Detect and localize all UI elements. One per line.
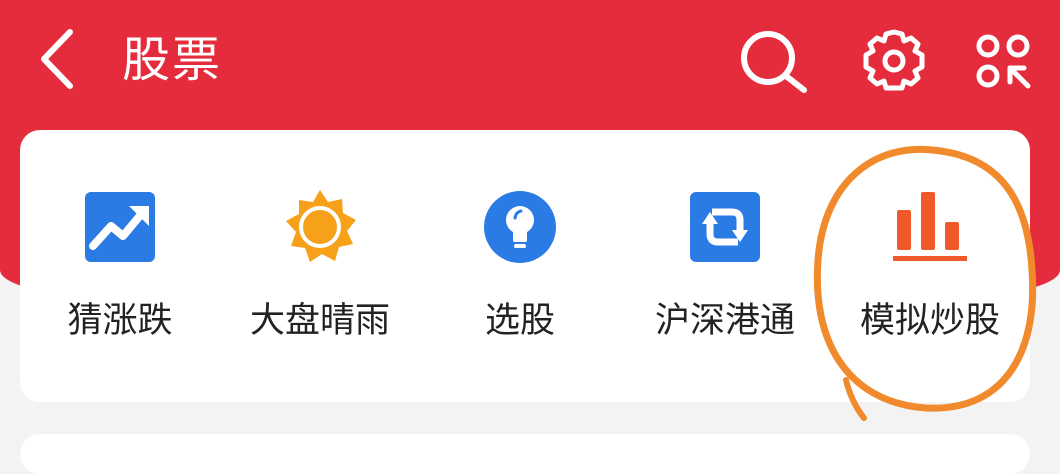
sun-icon	[286, 190, 356, 262]
shortcut-label: 沪深港通	[654, 301, 795, 341]
shortcut-connect[interactable]: 沪深港通	[625, 190, 825, 360]
exchange-icon	[690, 192, 760, 262]
trend-up-icon	[85, 192, 155, 262]
next-card	[20, 434, 1030, 474]
shortcut-label: 大盘晴雨	[249, 301, 390, 341]
back-arrow-icon[interactable]	[36, 28, 80, 90]
shortcut-simulated-trading[interactable]: 模拟炒股	[830, 190, 1030, 360]
shortcut-label: 模拟炒股	[859, 301, 1000, 341]
search-icon[interactable]	[738, 28, 810, 94]
shortcut-guess-trend[interactable]: 猜涨跌	[20, 190, 220, 360]
bar-chart-icon	[893, 192, 967, 261]
shortcut-label: 选股	[484, 301, 555, 341]
shortcut-label: 猜涨跌	[67, 301, 173, 341]
page-title: 股票	[122, 32, 223, 88]
scan-icon[interactable]	[974, 32, 1034, 92]
lightbulb-icon	[484, 191, 556, 263]
top-bar: 股票	[0, 0, 1060, 118]
shortcut-market-weather[interactable]: 大盘晴雨	[220, 190, 420, 360]
settings-gear-icon[interactable]	[858, 28, 930, 94]
shortcut-card: 猜涨跌 大盘晴雨 选股 沪深港通 模拟炒股	[20, 130, 1030, 402]
shortcut-stock-picker[interactable]: 选股	[420, 190, 620, 360]
